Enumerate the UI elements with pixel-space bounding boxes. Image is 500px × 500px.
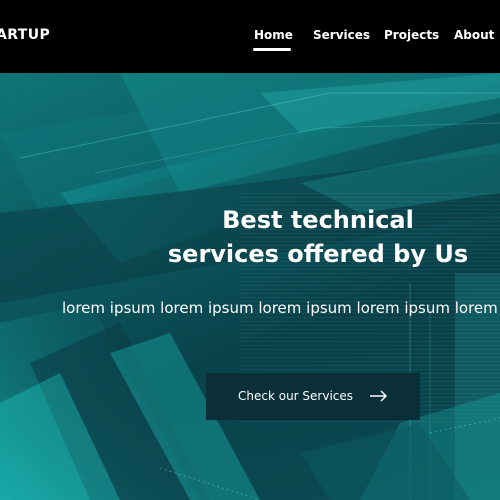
arrow-right-icon: [370, 390, 388, 402]
landing-page: ARTUP Home Services Projects About Best …: [0, 0, 500, 500]
hero-title-line-2: services offered by Us: [167, 240, 469, 268]
hero-background-graphic: [0, 73, 500, 500]
nav-home-link[interactable]: Home: [254, 28, 293, 42]
hero-section: Best technical services offered by Us lo…: [0, 73, 500, 500]
check-services-label: Check our Services: [238, 389, 354, 403]
nav-projects-link[interactable]: Projects: [384, 28, 439, 42]
brand-logo[interactable]: ARTUP: [0, 27, 50, 43]
nav-active-indicator: [253, 48, 291, 51]
top-navbar: ARTUP Home Services Projects About: [0, 0, 500, 73]
hero-title: Best technical services offered by Us: [118, 203, 500, 271]
nav-about-link[interactable]: About: [454, 28, 494, 42]
hero-subtitle: lorem ipsum lorem ipsum lorem ipsum lore…: [62, 299, 500, 317]
hero-title-line-1: Best technical: [222, 206, 414, 234]
check-services-button[interactable]: Check our Services: [206, 373, 420, 420]
nav-services-link[interactable]: Services: [313, 28, 370, 42]
